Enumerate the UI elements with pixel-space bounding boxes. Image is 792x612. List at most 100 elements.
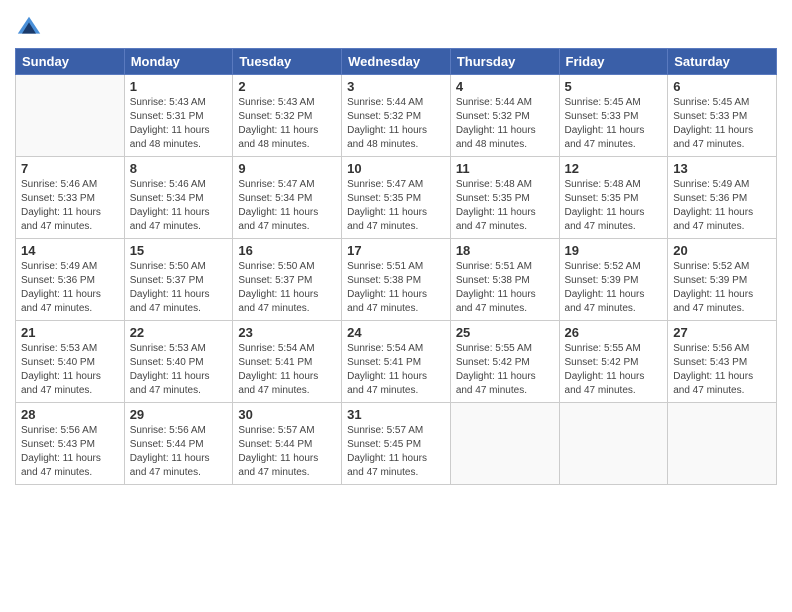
- day-number: 20: [673, 243, 771, 258]
- calendar-cell: 2 Sunrise: 5:43 AM Sunset: 5:32 PM Daylig…: [233, 75, 342, 157]
- day-number: 14: [21, 243, 119, 258]
- weekday-header-monday: Monday: [124, 49, 233, 75]
- week-row-2: 7 Sunrise: 5:46 AM Sunset: 5:33 PM Daylig…: [16, 157, 777, 239]
- day-info: Sunrise: 5:46 AM Sunset: 5:33 PM Dayligh…: [21, 178, 119, 234]
- day-number: 17: [347, 243, 445, 258]
- day-number: 12: [565, 161, 663, 176]
- day-info: Sunrise: 5:44 AM Sunset: 5:32 PM Dayligh…: [456, 96, 554, 152]
- day-number: 2: [238, 79, 336, 94]
- day-number: 7: [21, 161, 119, 176]
- weekday-header-sunday: Sunday: [16, 49, 125, 75]
- day-info: Sunrise: 5:55 AM Sunset: 5:42 PM Dayligh…: [456, 342, 554, 398]
- weekday-header-saturday: Saturday: [668, 49, 777, 75]
- calendar-cell: 1Sunrise: 5:43 AM Sunset: 5:31 PM Daylig…: [124, 75, 233, 157]
- week-row-3: 14 Sunrise: 5:49 AM Sunset: 5:36 PM Dayli…: [16, 239, 777, 321]
- calendar-cell: [668, 403, 777, 485]
- weekday-header-tuesday: Tuesday: [233, 49, 342, 75]
- calendar-cell: 22 Sunrise: 5:53 AM Sunset: 5:40 PM Dayli…: [124, 321, 233, 403]
- calendar-cell: 16 Sunrise: 5:50 AM Sunset: 5:37 PM Dayli…: [233, 239, 342, 321]
- calendar-cell: 5 Sunrise: 5:45 AM Sunset: 5:33 PM Daylig…: [559, 75, 668, 157]
- day-number: 4: [456, 79, 554, 94]
- day-info: Sunrise: 5:56 AM Sunset: 5:43 PM Dayligh…: [21, 424, 119, 480]
- day-number: 29: [130, 407, 228, 422]
- week-row-1: 1Sunrise: 5:43 AM Sunset: 5:31 PM Daylig…: [16, 75, 777, 157]
- day-info: Sunrise: 5:47 AM Sunset: 5:34 PM Dayligh…: [238, 178, 336, 234]
- day-number: 5: [565, 79, 663, 94]
- header: [15, 10, 777, 42]
- day-number: 28: [21, 407, 119, 422]
- day-number: 8: [130, 161, 228, 176]
- day-number: 3: [347, 79, 445, 94]
- day-number: 6: [673, 79, 771, 94]
- week-row-5: 28 Sunrise: 5:56 AM Sunset: 5:43 PM Dayli…: [16, 403, 777, 485]
- calendar-cell: 26Sunrise: 5:55 AM Sunset: 5:42 PM Dayli…: [559, 321, 668, 403]
- calendar-cell: 4 Sunrise: 5:44 AM Sunset: 5:32 PM Daylig…: [450, 75, 559, 157]
- calendar-cell: 3 Sunrise: 5:44 AM Sunset: 5:32 PM Daylig…: [342, 75, 451, 157]
- day-info: Sunrise: 5:57 AM Sunset: 5:44 PM Dayligh…: [238, 424, 336, 480]
- calendar-cell: 14 Sunrise: 5:49 AM Sunset: 5:36 PM Dayli…: [16, 239, 125, 321]
- day-info: Sunrise: 5:51 AM Sunset: 5:38 PM Dayligh…: [456, 260, 554, 316]
- calendar-table: SundayMondayTuesdayWednesdayThursdayFrid…: [15, 48, 777, 485]
- day-info: Sunrise: 5:43 AM Sunset: 5:32 PM Dayligh…: [238, 96, 336, 152]
- day-info: Sunrise: 5:51 AM Sunset: 5:38 PM Dayligh…: [347, 260, 445, 316]
- weekday-header-friday: Friday: [559, 49, 668, 75]
- day-info: Sunrise: 5:53 AM Sunset: 5:40 PM Dayligh…: [130, 342, 228, 398]
- calendar-cell: 12 Sunrise: 5:48 AM Sunset: 5:35 PM Dayli…: [559, 157, 668, 239]
- day-info: Sunrise: 5:52 AM Sunset: 5:39 PM Dayligh…: [673, 260, 771, 316]
- weekday-header-thursday: Thursday: [450, 49, 559, 75]
- day-info: Sunrise: 5:52 AM Sunset: 5:39 PM Dayligh…: [565, 260, 663, 316]
- day-info: Sunrise: 5:54 AM Sunset: 5:41 PM Dayligh…: [347, 342, 445, 398]
- day-info: Sunrise: 5:49 AM Sunset: 5:36 PM Dayligh…: [673, 178, 771, 234]
- day-number: 16: [238, 243, 336, 258]
- page-container: SundayMondayTuesdayWednesdayThursdayFrid…: [0, 0, 792, 495]
- day-number: 30: [238, 407, 336, 422]
- day-info: Sunrise: 5:46 AM Sunset: 5:34 PM Dayligh…: [130, 178, 228, 234]
- calendar-cell: 7 Sunrise: 5:46 AM Sunset: 5:33 PM Daylig…: [16, 157, 125, 239]
- day-number: 24: [347, 325, 445, 340]
- day-info: Sunrise: 5:48 AM Sunset: 5:35 PM Dayligh…: [565, 178, 663, 234]
- calendar-cell: 9Sunrise: 5:47 AM Sunset: 5:34 PM Daylig…: [233, 157, 342, 239]
- calendar-cell: 15Sunrise: 5:50 AM Sunset: 5:37 PM Dayli…: [124, 239, 233, 321]
- calendar-cell: [450, 403, 559, 485]
- calendar-cell: 18 Sunrise: 5:51 AM Sunset: 5:38 PM Dayli…: [450, 239, 559, 321]
- calendar-cell: [16, 75, 125, 157]
- day-number: 27: [673, 325, 771, 340]
- day-info: Sunrise: 5:45 AM Sunset: 5:33 PM Dayligh…: [565, 96, 663, 152]
- day-number: 11: [456, 161, 554, 176]
- calendar-cell: 27Sunrise: 5:56 AM Sunset: 5:43 PM Dayli…: [668, 321, 777, 403]
- calendar-cell: 28 Sunrise: 5:56 AM Sunset: 5:43 PM Dayli…: [16, 403, 125, 485]
- day-info: Sunrise: 5:45 AM Sunset: 5:33 PM Dayligh…: [673, 96, 771, 152]
- day-number: 19: [565, 243, 663, 258]
- day-number: 23: [238, 325, 336, 340]
- calendar-cell: 21Sunrise: 5:53 AM Sunset: 5:40 PM Dayli…: [16, 321, 125, 403]
- day-number: 25: [456, 325, 554, 340]
- weekday-header-row: SundayMondayTuesdayWednesdayThursdayFrid…: [16, 49, 777, 75]
- weekday-header-wednesday: Wednesday: [342, 49, 451, 75]
- day-info: Sunrise: 5:44 AM Sunset: 5:32 PM Dayligh…: [347, 96, 445, 152]
- calendar-cell: 20 Sunrise: 5:52 AM Sunset: 5:39 PM Dayli…: [668, 239, 777, 321]
- day-number: 31: [347, 407, 445, 422]
- week-row-4: 21 Sunrise: 5:53 AM Sunset: 5:40 PM Dayli…: [16, 321, 777, 403]
- calendar-cell: 31 Sunrise: 5:57 AM Sunset: 5:45 PM Dayli…: [342, 403, 451, 485]
- day-number: 18: [456, 243, 554, 258]
- logo-icon: [15, 14, 43, 42]
- day-number: 10: [347, 161, 445, 176]
- day-info: Sunrise: 5:56 AM Sunset: 5:44 PM Dayligh…: [130, 424, 228, 480]
- calendar-cell: [559, 403, 668, 485]
- calendar-cell: 29 Sunrise: 5:56 AM Sunset: 5:44 PM Dayli…: [124, 403, 233, 485]
- day-number: 22: [130, 325, 228, 340]
- day-number: 26: [565, 325, 663, 340]
- calendar-cell: 10 Sunrise: 5:47 AM Sunset: 5:35 PM Dayli…: [342, 157, 451, 239]
- day-number: 1: [130, 79, 228, 94]
- day-info: Sunrise: 5:57 AM Sunset: 5:45 PM Dayligh…: [347, 424, 445, 480]
- day-info: Sunrise: 5:47 AM Sunset: 5:35 PM Dayligh…: [347, 178, 445, 234]
- day-info: Sunrise: 5:50 AM Sunset: 5:37 PM Dayligh…: [238, 260, 336, 316]
- calendar-cell: 30 Sunrise: 5:57 AM Sunset: 5:44 PM Dayli…: [233, 403, 342, 485]
- day-number: 21: [21, 325, 119, 340]
- calendar-cell: 13Sunrise: 5:49 AM Sunset: 5:36 PM Dayli…: [668, 157, 777, 239]
- day-info: Sunrise: 5:49 AM Sunset: 5:36 PM Dayligh…: [21, 260, 119, 316]
- day-info: Sunrise: 5:54 AM Sunset: 5:41 PM Dayligh…: [238, 342, 336, 398]
- day-info: Sunrise: 5:50 AM Sunset: 5:37 PM Dayligh…: [130, 260, 228, 316]
- logo: [15, 14, 45, 42]
- calendar-cell: 25 Sunrise: 5:55 AM Sunset: 5:42 PM Dayli…: [450, 321, 559, 403]
